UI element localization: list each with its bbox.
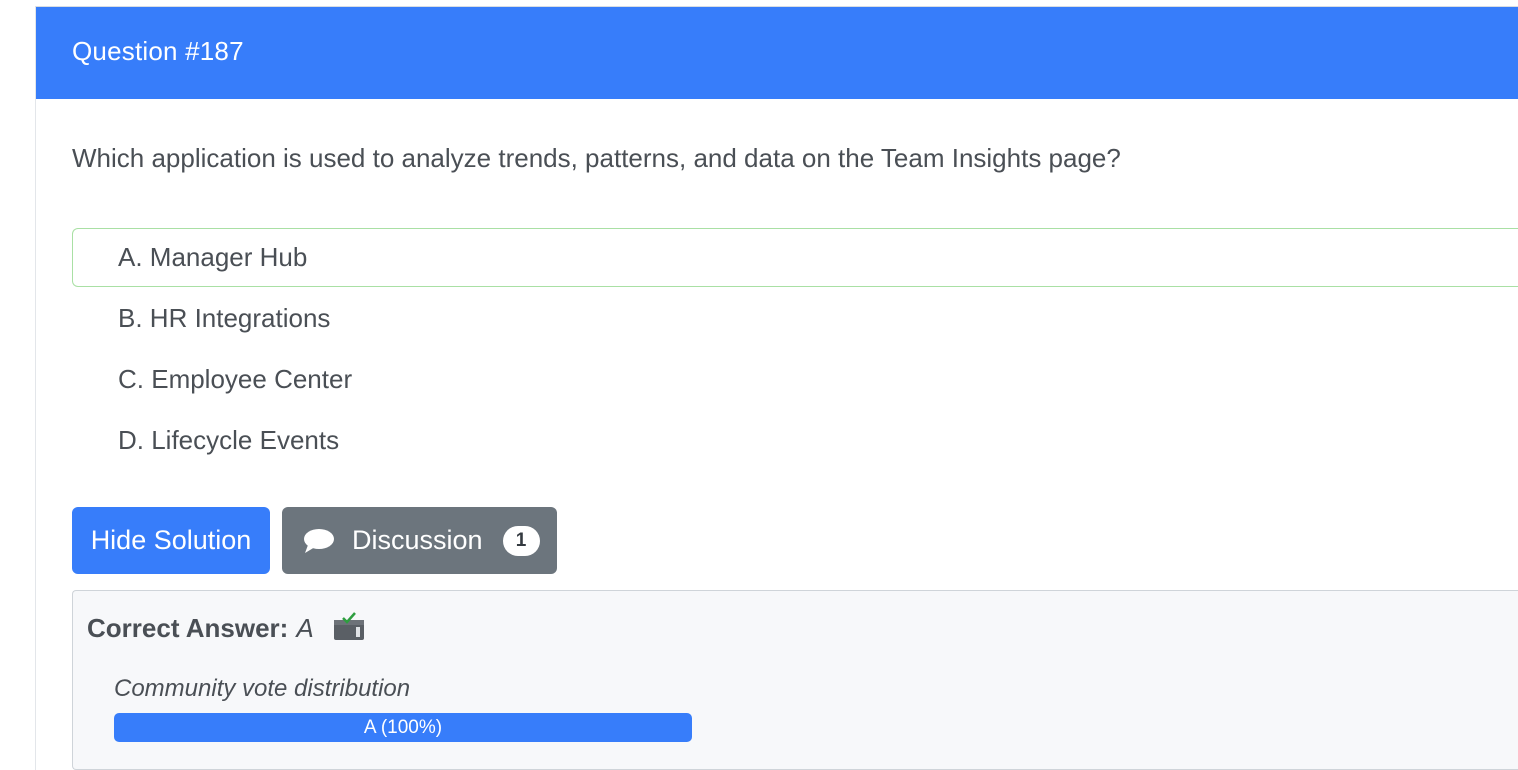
correct-answer-label: Correct Answer: — [87, 613, 289, 643]
ballot-box-icon[interactable] — [332, 611, 366, 642]
choice-a[interactable]: A. Manager Hub — [72, 228, 1518, 287]
hide-solution-label: Hide Solution — [90, 525, 252, 555]
discussion-count-badge: 1 — [502, 525, 540, 556]
question-card: Question #187 Which application is used … — [35, 6, 1518, 770]
hide-solution-button[interactable]: Hide Solution — [72, 507, 270, 574]
discussion-label: Discussion — [352, 525, 483, 555]
question-text: Which application is used to analyze tre… — [72, 143, 1121, 173]
chat-bubble-icon — [302, 527, 336, 555]
vote-distribution-bar: A (100%) — [114, 713, 692, 742]
choice-d[interactable]: D. Lifecycle Events — [72, 411, 1518, 470]
discussion-button[interactable]: Discussion 1 — [282, 507, 557, 574]
correct-answer-line: Correct Answer: A — [87, 611, 366, 644]
choices-list: A. Manager Hub B. HR Integrations C. Emp… — [72, 228, 1518, 472]
solution-panel: Correct Answer: A Community vote distrib… — [72, 590, 1518, 770]
correct-answer-value: A — [296, 613, 314, 643]
choice-b[interactable]: B. HR Integrations — [72, 289, 1518, 348]
vote-bar-label: A (100%) — [363, 716, 443, 738]
choice-c[interactable]: C. Employee Center — [72, 350, 1518, 409]
question-title: Question #187 — [72, 36, 244, 66]
question-header: Question #187 — [36, 7, 1518, 99]
vote-bar-segment-a: A (100%) — [114, 713, 692, 742]
vote-distribution-title: Community vote distribution — [114, 675, 411, 702]
